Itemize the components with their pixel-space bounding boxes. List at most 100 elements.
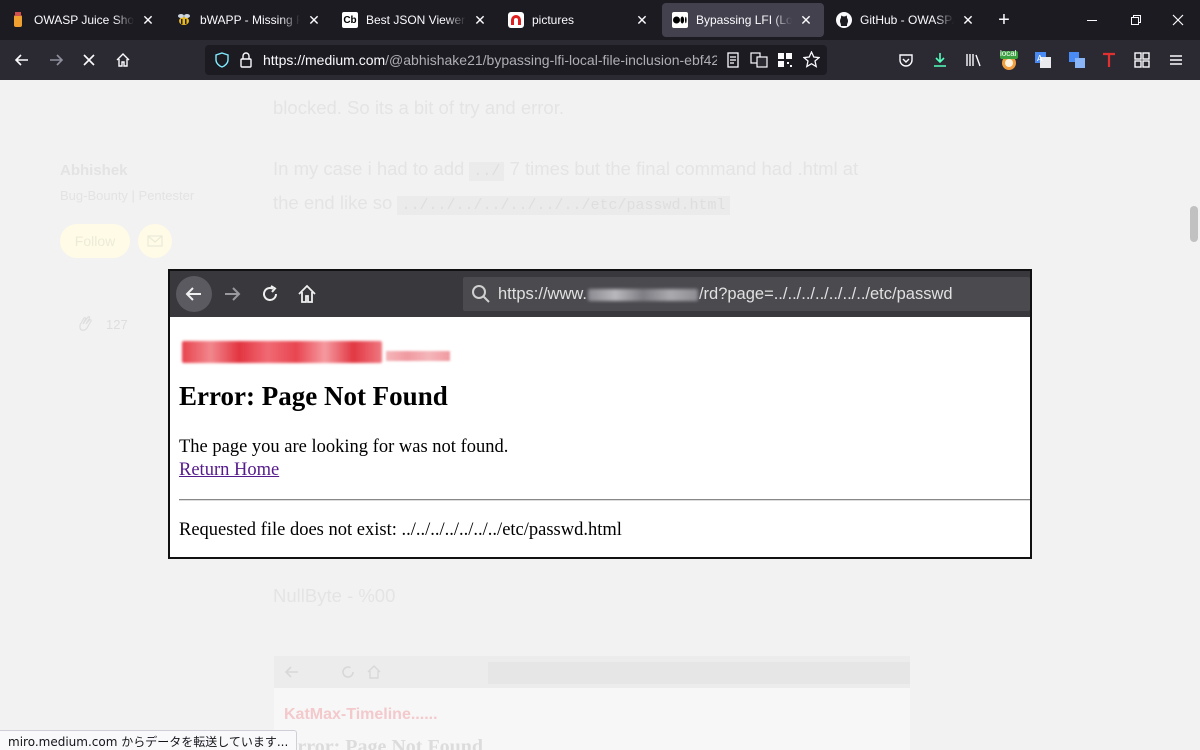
- close-tab-icon[interactable]: ✕: [960, 12, 976, 28]
- extensions-button[interactable]: [1126, 44, 1158, 76]
- url-text[interactable]: https://medium.com/@abhishake21/bypassin…: [263, 52, 717, 68]
- t-letter-icon: [1103, 52, 1115, 67]
- bee-icon: [176, 12, 192, 28]
- restore-button[interactable]: [1114, 0, 1158, 40]
- close-tab-icon[interactable]: ✕: [634, 12, 650, 28]
- close-tab-icon[interactable]: ✕: [472, 12, 488, 28]
- stop-button[interactable]: [73, 44, 105, 76]
- article-paragraph: the end like so ../../../../../../../etc…: [273, 187, 730, 222]
- paragraph-text: the end like so: [273, 192, 393, 213]
- close-tab-icon[interactable]: ✕: [140, 12, 156, 28]
- section-heading: NullByte - %00: [273, 585, 396, 606]
- tab-pictures[interactable]: pictures ✕: [498, 0, 660, 40]
- hamburger-icon: [1170, 55, 1182, 65]
- minimize-button[interactable]: [1070, 0, 1114, 40]
- pocket-icon: [899, 54, 913, 67]
- close-tab-icon[interactable]: ✕: [306, 12, 322, 28]
- reader-view-icon[interactable]: [725, 52, 741, 73]
- screenshot-url-bar: https://www. /rd?page=../../../../../../.…: [463, 277, 1030, 311]
- translate-icon: A: [1035, 52, 1051, 68]
- close-window-button[interactable]: [1156, 0, 1200, 40]
- embedded-screenshot-2: KatMax-Timeline...... Error: Page Not Fo…: [274, 656, 910, 750]
- screenshot-toolbar: https://www. /rd?page=../../../../../../.…: [170, 271, 1030, 317]
- back-button[interactable]: [6, 44, 38, 76]
- translate-extension-button[interactable]: A: [1027, 44, 1059, 76]
- red-arch-icon: [508, 12, 524, 28]
- url-host: https://medium.com: [263, 52, 386, 68]
- tab-strip: OWASP Juice Shop ✕ bWAPP - Missing Funct…: [0, 0, 1200, 40]
- divider: [179, 499, 1030, 501]
- address-bar[interactable]: https://medium.com/@abhishake21/bypassin…: [205, 45, 827, 75]
- extension-local-button[interactable]: local: [993, 44, 1025, 76]
- author-name[interactable]: Abhishek: [60, 162, 128, 179]
- svg-text:A: A: [1037, 54, 1043, 63]
- screenshot2-heading: Error: Page Not Found: [284, 736, 484, 750]
- screenshot-back-icon: [176, 276, 212, 312]
- lock-icon[interactable]: [239, 52, 253, 73]
- new-tab-button[interactable]: +: [986, 0, 1022, 40]
- screenshot-search-icon: [471, 284, 491, 309]
- page-content: blocked. So its a bit of try and error. …: [0, 80, 1188, 750]
- follow-button[interactable]: Follow: [60, 224, 130, 258]
- author-subtitle: Bug-Bounty | Pentester: [60, 188, 195, 203]
- page-translate-icon[interactable]: [750, 52, 768, 73]
- qr-code-icon[interactable]: [777, 52, 793, 73]
- screenshot-home-icon: [297, 284, 317, 309]
- tab-juice-shop[interactable]: OWASP Juice Shop ✕: [0, 0, 166, 40]
- home-button[interactable]: [107, 44, 139, 76]
- requested-file-message: Requested file does not exist: ../../../…: [179, 520, 622, 540]
- page-scrollbar[interactable]: [1188, 80, 1200, 750]
- mail-icon: [147, 235, 163, 247]
- screenshot-url-suffix: /rd?page=../../../../../../../etc/passwd: [698, 285, 953, 303]
- stop-icon: [83, 54, 95, 66]
- back-arrow-icon: [14, 54, 28, 66]
- bookmark-star-icon[interactable]: [802, 50, 821, 73]
- error-message: The page you are looking for was not fou…: [179, 437, 509, 457]
- translate-alt-icon: [1069, 52, 1085, 68]
- cb-icon: Cb: [342, 12, 358, 28]
- forward-arrow-icon: [50, 54, 64, 66]
- extension-badge: local: [1000, 49, 1017, 58]
- subscribe-mail-button[interactable]: [138, 224, 172, 258]
- menu-button[interactable]: [1160, 44, 1192, 76]
- clap-icon: [79, 315, 92, 331]
- tab-bypassing-lfi[interactable]: Bypassing LFI (Local File ✕: [662, 3, 824, 37]
- home-icon: [116, 53, 130, 67]
- url-path: /@abhishake21/bypassing-lfi-local-file-i…: [385, 52, 717, 68]
- screenshot2-reload-icon: [340, 664, 356, 685]
- close-tab-icon[interactable]: ✕: [798, 12, 814, 28]
- tab-title: Best JSON Viewer and: [366, 13, 466, 27]
- library-button[interactable]: [958, 44, 990, 76]
- screenshot2-toolbar: [274, 656, 910, 688]
- library-icon: [966, 54, 981, 67]
- tab-title: pictures: [532, 13, 575, 27]
- article-paragraph: blocked. So its a bit of try and error.: [273, 97, 565, 118]
- embedded-screenshot: https://www. /rd?page=../../../../../../.…: [168, 269, 1032, 559]
- tab-title: bWAPP - Missing Functional: [200, 13, 300, 27]
- article-paragraph: In my case i had to add ../ 7 times but …: [273, 153, 858, 188]
- clap-counter[interactable]: 127: [74, 313, 128, 335]
- error-heading: Error: Page Not Found: [179, 381, 448, 411]
- screenshot2-home-icon: [366, 664, 382, 685]
- return-home-link: Return Home: [179, 460, 280, 480]
- tab-title: Bypassing LFI (Local File: [696, 13, 792, 27]
- t-extension-button[interactable]: [1093, 44, 1125, 76]
- downloads-button[interactable]: [924, 44, 956, 76]
- pocket-button[interactable]: [890, 44, 922, 76]
- forward-button[interactable]: [40, 44, 72, 76]
- tab-github-amass[interactable]: GitHub - OWASP/Amass ✕: [826, 0, 986, 40]
- extensions-grid-icon: [1134, 52, 1150, 68]
- github-icon: [836, 12, 852, 28]
- clap-count: 127: [106, 316, 128, 332]
- tab-bwapp[interactable]: bWAPP - Missing Functional ✕: [166, 0, 332, 40]
- shield-icon[interactable]: [214, 52, 230, 73]
- medium-icon: [672, 12, 688, 28]
- screenshot-url-prefix: https://www.: [498, 285, 587, 303]
- screenshot-url-text: https://www. /rd?page=../../../../../../.…: [498, 285, 953, 304]
- translate2-extension-button[interactable]: [1061, 44, 1093, 76]
- paragraph-text: 7 times but the final command had .html …: [509, 158, 859, 179]
- tab-json-viewer[interactable]: Cb Best JSON Viewer and ✕: [332, 0, 498, 40]
- juice-shop-icon: [10, 12, 26, 28]
- scrollbar-thumb[interactable]: [1190, 206, 1198, 242]
- inline-code: ../: [469, 162, 505, 181]
